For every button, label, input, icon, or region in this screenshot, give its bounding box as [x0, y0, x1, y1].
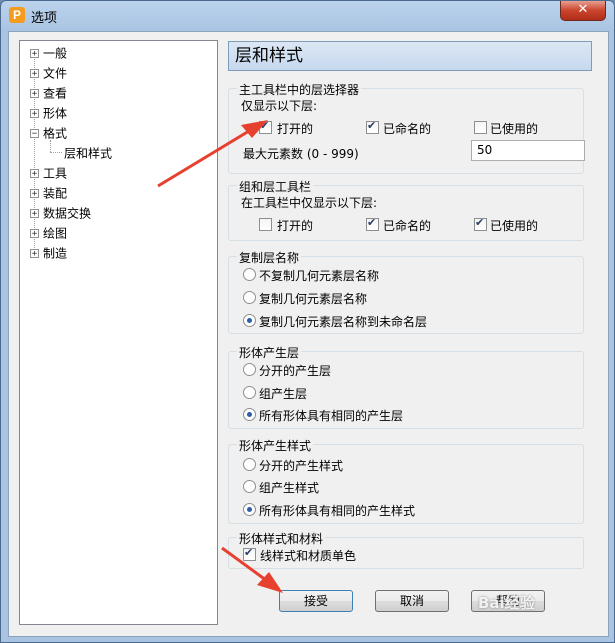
tree-item-manufacturing[interactable]: + 制造: [30, 244, 67, 262]
title-bar[interactable]: P 选项 ✕: [1, 1, 614, 29]
radio-no-copy[interactable]: [243, 268, 256, 281]
checkbox-open[interactable]: [259, 119, 272, 134]
tree-item-data-exchange[interactable]: + 数据交换: [30, 204, 91, 222]
expand-icon[interactable]: +: [30, 89, 39, 99]
radio-separate-layer-label[interactable]: 分开的产生层: [259, 362, 331, 379]
tree-item-assembly[interactable]: + 装配: [30, 184, 67, 202]
checkbox-used-toolbar[interactable]: [474, 216, 487, 231]
radio-same-layer[interactable]: [243, 408, 256, 421]
radio-separate-style-label[interactable]: 分开的产生样式: [259, 457, 343, 474]
collapse-icon[interactable]: −: [30, 129, 39, 139]
max-elements-input[interactable]: 50: [471, 140, 585, 161]
app-logo-icon: P: [9, 7, 25, 23]
tree-item-drawing[interactable]: + 绘图: [30, 224, 67, 242]
group-subtitle: 在工具栏中仅显示以下层:: [241, 196, 378, 210]
group-title: 形体产生层: [237, 344, 302, 361]
checkbox-used[interactable]: [474, 121, 487, 134]
checkbox-named[interactable]: [366, 119, 379, 134]
radio-same-style-label[interactable]: 所有形体具有相同的产生样式: [259, 502, 415, 519]
radio-same-style[interactable]: [243, 503, 256, 516]
tree-item-format[interactable]: − 格式: [30, 124, 67, 142]
radio-separate-style[interactable]: [243, 458, 256, 471]
checkbox-used-toolbar-label[interactable]: 已使用的: [490, 217, 538, 234]
group-title: 主工具栏中的层选择器: [237, 81, 362, 98]
checkbox-named-label[interactable]: 已命名的: [383, 120, 431, 137]
radio-group-layer[interactable]: [243, 386, 256, 399]
checkbox-open-toolbar[interactable]: [259, 218, 272, 231]
expand-icon[interactable]: +: [30, 49, 39, 59]
group-title: 形体产生样式: [237, 437, 314, 454]
group-title: 复制层名称: [237, 249, 302, 266]
expand-icon[interactable]: +: [30, 249, 39, 259]
radio-group-layer-label[interactable]: 组产生层: [259, 385, 307, 402]
expand-icon[interactable]: +: [30, 229, 39, 239]
tree-item-file[interactable]: + 文件: [30, 64, 67, 82]
checkbox-line-style-material-label[interactable]: 线样式和材质单色: [260, 547, 356, 564]
checkbox-open-label[interactable]: 打开的: [277, 120, 313, 137]
tree-item-tools[interactable]: + 工具: [30, 164, 67, 182]
expand-icon[interactable]: +: [30, 109, 39, 119]
radio-same-layer-label[interactable]: 所有形体具有相同的产生层: [259, 407, 403, 424]
expand-icon[interactable]: +: [30, 209, 39, 219]
tree-item-view[interactable]: + 查看: [30, 84, 67, 102]
close-button[interactable]: ✕: [560, 1, 606, 21]
radio-separate-layer[interactable]: [243, 363, 256, 376]
group-title: 组和层工具栏: [237, 178, 314, 195]
tree-connector-line: [50, 152, 62, 153]
checkbox-used-label[interactable]: 已使用的: [490, 120, 538, 137]
expand-icon[interactable]: +: [30, 169, 39, 179]
radio-copy-unnamed[interactable]: [243, 314, 256, 327]
group-subtitle: 仅显示以下层:: [241, 99, 318, 113]
watermark: Bai经验: [478, 594, 535, 612]
accept-button[interactable]: 接受: [279, 590, 353, 612]
expand-icon[interactable]: +: [30, 69, 39, 79]
checkbox-open-toolbar-label[interactable]: 打开的: [277, 217, 313, 234]
window-title: 选项: [31, 11, 58, 26]
panel-title: 层和样式: [228, 41, 592, 71]
checkbox-named-toolbar[interactable]: [366, 216, 379, 231]
radio-copy[interactable]: [243, 291, 256, 304]
tree-item-layers-styles[interactable]: 层和样式: [64, 144, 112, 162]
radio-copy-unnamed-label[interactable]: 复制几何元素层名称到未命名层: [259, 313, 427, 330]
cancel-button[interactable]: 取消: [375, 590, 449, 612]
radio-group-style-label[interactable]: 组产生样式: [259, 479, 319, 496]
group-title: 形体样式和材料: [237, 530, 326, 547]
radio-group-style[interactable]: [243, 480, 256, 493]
radio-no-copy-label[interactable]: 不复制几何元素层名称: [259, 267, 379, 284]
checkbox-named-toolbar-label[interactable]: 已命名的: [383, 217, 431, 234]
category-tree[interactable]: + 一般 + 文件 + 查看 + 形体 − 格式 层和样式 + 工具 + 装配 + 数据交换 +…: [19, 40, 218, 625]
expand-icon[interactable]: +: [30, 189, 39, 199]
tree-item-body[interactable]: + 形体: [30, 104, 67, 122]
tree-item-general[interactable]: + 一般: [30, 44, 67, 62]
checkbox-line-style-material[interactable]: [243, 546, 256, 561]
radio-copy-label[interactable]: 复制几何元素层名称: [259, 290, 367, 307]
max-elements-label: 最大元素数 (0 - 999): [243, 147, 359, 161]
